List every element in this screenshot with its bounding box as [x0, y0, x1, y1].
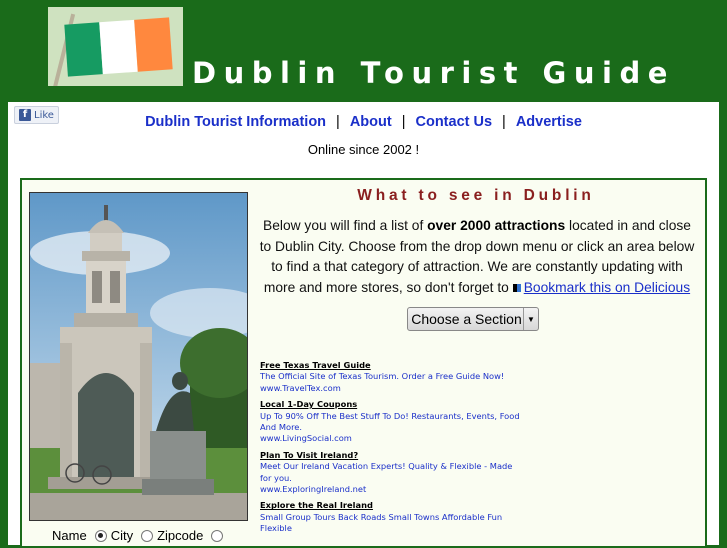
flag-icon [64, 17, 173, 77]
bookmark-delicious-link[interactable]: Bookmark this on Delicious [524, 280, 690, 295]
ad-url[interactable]: www.TravelTex.com [260, 383, 520, 394]
section-select[interactable]: Choose a Section ▼ [407, 307, 539, 331]
radio-extra[interactable] [211, 529, 224, 542]
ad-title[interactable]: Free Texas Travel Guide [260, 360, 520, 371]
search-by-radios: Name City Zipcode [52, 528, 224, 543]
search-by-label: Name [52, 528, 87, 543]
nav-separator: | [336, 114, 340, 130]
intro-paragraph: Below you will find a list of over 2000 … [256, 216, 698, 298]
radio-city-label: City [110, 528, 134, 543]
intro-highlight: over 2000 attractions [427, 218, 566, 233]
ad-url[interactable]: www.LivingSocial.com [260, 433, 520, 444]
page-heading: What to see in Dublin [357, 187, 595, 204]
ad-title[interactable]: Local 1-Day Coupons [260, 399, 520, 410]
ad-text[interactable]: Meet Our Ireland Vacation Experts! Quali… [260, 461, 520, 484]
nav-separator: | [401, 114, 406, 130]
flag-stripe-orange [134, 17, 173, 72]
content-box: Name City Zipcode What to see in Dublin … [20, 178, 707, 548]
ad-item[interactable]: Explore the Real Ireland Small Group Tou… [260, 500, 520, 534]
radio-zipcode[interactable] [141, 529, 154, 542]
site-title: Dublin Tourist Guide [192, 56, 675, 90]
flag-stripe-green [64, 22, 103, 77]
nav-about[interactable]: About [350, 114, 392, 130]
ad-title[interactable]: Explore the Real Ireland [260, 500, 520, 511]
flag-stripe-white [99, 19, 138, 75]
ad-title[interactable]: Plan To Visit Ireland? [260, 450, 520, 461]
nav-dublin-tourist-information[interactable]: Dublin Tourist Information [145, 114, 326, 130]
nav-advertise[interactable]: Advertise [516, 114, 582, 130]
irish-flag-logo [48, 7, 183, 86]
top-nav: Dublin Tourist Information | About | Contact… [8, 114, 719, 130]
ad-item[interactable]: Local 1-Day Coupons Up To 90% Off The Be… [260, 399, 520, 445]
ad-url[interactable]: www.ExploringIreland.net [260, 484, 520, 495]
ads-block: Free Texas Travel Guide The Official Sit… [260, 360, 520, 540]
campanile-illustration [30, 193, 247, 520]
trinity-college-campanile-photo [29, 192, 248, 521]
ad-text[interactable]: Small Group Tours Back Roads Small Towns… [260, 512, 520, 535]
nav-contact-us[interactable]: Contact Us [415, 114, 492, 130]
ad-item[interactable]: Free Texas Travel Guide The Official Sit… [260, 360, 520, 394]
delicious-icon [512, 283, 521, 292]
site-header: Dublin Tourist Guide [0, 0, 727, 102]
radio-zipcode-label: Zipcode [157, 528, 204, 543]
online-since-text: Online since 2002 ! [307, 142, 420, 157]
ad-text[interactable]: The Official Site of Texas Tourism. Orde… [260, 371, 520, 382]
radio-city[interactable] [94, 529, 107, 542]
ad-item[interactable]: Plan To Visit Ireland? Meet Our Ireland … [260, 450, 520, 496]
intro-text-start: Below you will find a list of [263, 218, 428, 233]
main-panel: f Like Dublin Tourist Information | About |… [8, 102, 719, 548]
ad-text[interactable]: Up To 90% Off The Best Stuff To Do! Rest… [260, 411, 520, 434]
nav-separator: | [502, 114, 506, 130]
section-select-value: Choose a Section [411, 311, 522, 327]
chevron-down-icon[interactable]: ▼ [523, 308, 538, 330]
